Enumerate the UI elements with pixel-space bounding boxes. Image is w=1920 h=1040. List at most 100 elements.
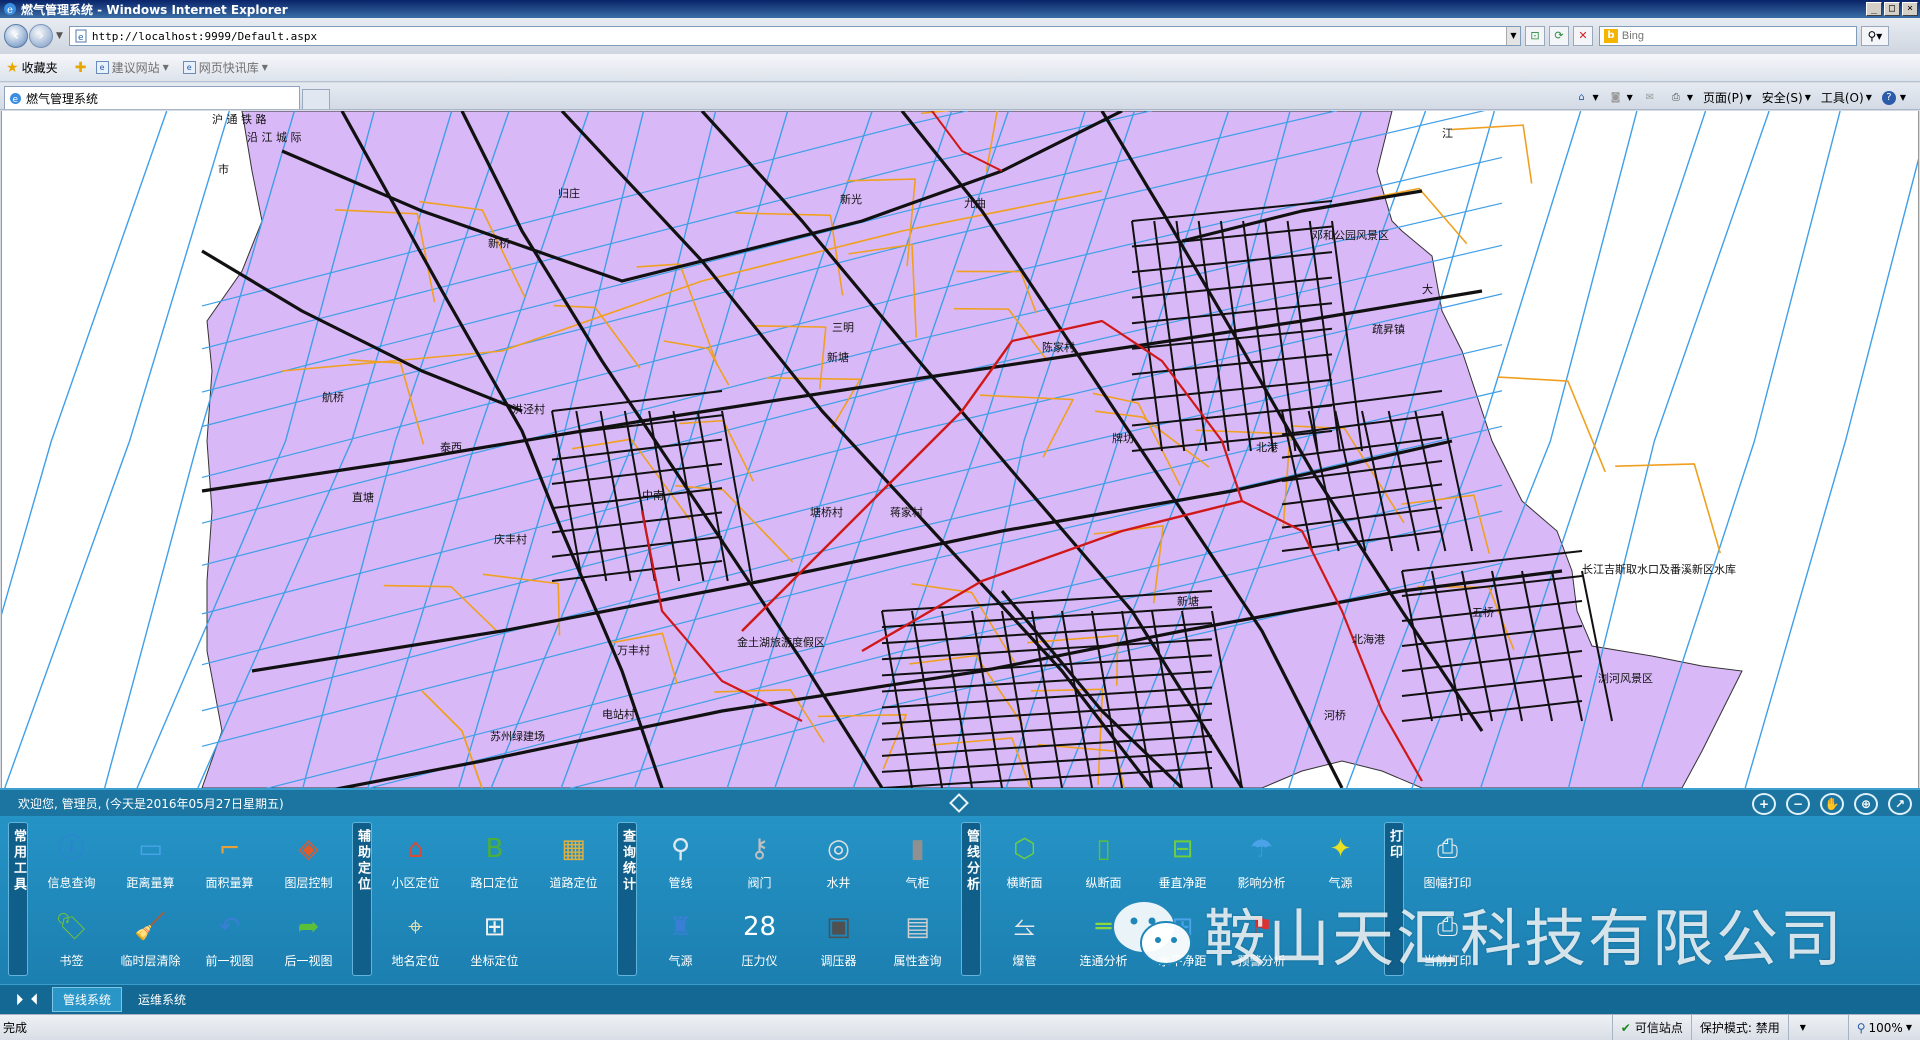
svg-text:e: e: [78, 33, 84, 43]
map-label: 新塘: [827, 350, 849, 364]
tool-button[interactable]: ▮ 气柜: [878, 822, 957, 900]
maximize-button[interactable]: □: [1884, 2, 1900, 16]
tool-button[interactable]: ▤ 属性查询: [878, 900, 957, 978]
pan-hand-icon[interactable]: ✋: [1820, 793, 1844, 815]
home-button[interactable]: ⌂ ▼: [1575, 91, 1598, 105]
collapse-left-icon[interactable]: ⏴: [31, 992, 38, 1008]
suggested-sites-link[interactable]: e 建议网站 ▼: [95, 59, 169, 76]
tab-maintenance-system[interactable]: 运维系统: [128, 988, 196, 1011]
tool-button[interactable]: ⊞ 水平净距: [1143, 900, 1222, 978]
tool-button[interactable]: ⎙ 图幅打印: [1408, 822, 1487, 900]
tool-button[interactable]: ♜ 气源: [641, 900, 720, 978]
tool-button[interactable]: ⎙ 当前打印: [1408, 900, 1487, 978]
history-dropdown-icon[interactable]: ▼: [56, 31, 63, 41]
status-icon[interactable]: ▼: [1787, 1015, 1848, 1040]
tool-button[interactable]: ⊞ 坐标定位: [455, 900, 534, 978]
new-tab-button[interactable]: [302, 89, 330, 109]
map-label: 沪 通 铁 路: [212, 112, 267, 126]
tool-group-label: 辅助定位: [352, 822, 372, 976]
tool-button[interactable]: ✦ 气源: [1301, 822, 1380, 900]
tool-label: 预警分析: [1237, 954, 1286, 968]
search-field[interactable]: b: [1598, 26, 1857, 46]
tab-gas-management[interactable]: e 燃气管理系统: [4, 86, 300, 109]
tool-label: 爆管: [1012, 954, 1037, 968]
tool-button[interactable]: ⚑ 预警分析: [1222, 900, 1301, 978]
collapse-panel-handle[interactable]: [949, 793, 969, 813]
tool-group-label: 常用工具: [8, 822, 28, 976]
tool-button[interactable]: 🧹 临时层清除: [111, 900, 190, 978]
stop-button[interactable]: ✕: [1572, 26, 1593, 46]
feeds-button[interactable]: ◙ ▼: [1609, 91, 1633, 105]
tool-button[interactable]: ☂ 影响分析: [1222, 822, 1301, 900]
zone-indicator[interactable]: ✔ 可信站点: [1611, 1015, 1691, 1040]
url-input[interactable]: [91, 28, 1506, 44]
forward-button[interactable]: ›: [29, 24, 53, 48]
tool-button[interactable]: ⥦ 爆管: [985, 900, 1064, 978]
help-menu[interactable]: ? ▼: [1881, 90, 1906, 105]
tool-label: 影响分析: [1237, 876, 1286, 890]
page-menu[interactable]: 页面(P) ▼: [1703, 89, 1752, 106]
tool-button[interactable]: ⚲ 管线: [641, 822, 720, 900]
tool-label: 气柜: [905, 876, 930, 890]
tool-grid: ⓘ 信息查询 🏷 书签 ▭ 距离量算 🧹 临时层清除 ⌐ 面积量算 ↶ 前一视图 ◈ 图层控制 ➦ 后一视图: [32, 822, 348, 984]
zoom-control[interactable]: ⚲ 100% ▼: [1847, 1015, 1920, 1040]
close-button[interactable]: ×: [1902, 2, 1918, 16]
tool-button[interactable]: ▭ 距离量算: [111, 822, 190, 900]
tab-pipeline-system[interactable]: 管线系统: [52, 987, 123, 1012]
tool-button[interactable]: ⚷ 阀门: [720, 822, 799, 900]
compat-view-button[interactable]: ⊡: [1524, 26, 1545, 46]
tool-button[interactable]: ▯ 纵断面: [1064, 822, 1143, 900]
tool-label: 图幅打印: [1423, 876, 1472, 890]
tool-button[interactable]: ⓘ 信息查询: [32, 822, 111, 900]
web-slice-gallery-link[interactable]: e 网页快讯库 ▼: [182, 59, 268, 76]
tool-button[interactable]: 🏷 书签: [32, 900, 111, 978]
identify-icon[interactable]: ↗: [1888, 793, 1912, 815]
search-input[interactable]: [1621, 28, 1856, 44]
tool-icon: ⌖: [408, 912, 423, 942]
mail-button[interactable]: ✉: [1643, 91, 1659, 105]
tool-label: 垂直净距: [1158, 876, 1207, 890]
search-icon[interactable]: ⚲▾: [1860, 26, 1889, 46]
tool-button[interactable]: ⌂ 小区定位: [376, 822, 455, 900]
safety-menu[interactable]: 安全(S) ▼: [1762, 89, 1811, 106]
url-field[interactable]: e ▼: [68, 26, 1521, 46]
tool-button[interactable]: ➦ 后一视图: [269, 900, 348, 978]
zoom-in-icon[interactable]: +: [1752, 793, 1776, 815]
map-label: 五桥: [1472, 606, 1494, 619]
add-favorite-icon[interactable]: ✚: [72, 60, 90, 76]
tool-icon: ▭: [138, 834, 163, 864]
tool-button[interactable]: ⬡ 横断面: [985, 822, 1064, 900]
tools-menu[interactable]: 工具(O) ▼: [1821, 89, 1872, 106]
url-dropdown-icon[interactable]: ▼: [1505, 27, 1520, 45]
tool-button[interactable]: ⌐ 面积量算: [190, 822, 269, 900]
printer-icon: ⎙: [1671, 91, 1680, 103]
map-canvas[interactable]: 沪 通 铁 路沿 江 城 际市 江归庄 新光 九曲邓和公园风景区疏昇镇 大航桥 陈家村 三明…: [2, 111, 1919, 788]
tool-label: 临时层清除: [120, 954, 181, 968]
star-icon: ★: [6, 59, 19, 76]
print-button[interactable]: ⎙ ▼: [1669, 91, 1693, 105]
map-view[interactable]: 沪 通 铁 路沿 江 城 际市 江归庄 新光 九曲 邓和公园风景区 疏昇镇 大航桥 陈家村 三明…: [1, 111, 1919, 788]
ie-page-icon: e: [10, 92, 21, 105]
tool-button[interactable]: ↶ 前一视图: [190, 900, 269, 978]
tool-grid: ⌂ 小区定位 ⌖ 地名定位 B 路口定位 ⊞ 坐标定位 ▦ 道路定位: [376, 822, 613, 984]
tool-label: 横断面: [1006, 876, 1043, 890]
tool-button[interactable]: B 路口定位: [455, 822, 534, 900]
tool-button[interactable]: ⌖ 地名定位: [376, 900, 455, 978]
tool-button[interactable]: 28 压力仪: [720, 900, 799, 978]
minimize-button[interactable]: _: [1866, 2, 1882, 16]
expand-right-icon[interactable]: ⏵: [16, 992, 23, 1008]
zoom-out-icon[interactable]: −: [1786, 793, 1810, 815]
tool-button[interactable]: ▣ 调压器: [799, 900, 878, 978]
bing-icon: b: [1603, 29, 1618, 43]
map-label: 万丰村: [617, 643, 650, 657]
refresh-button[interactable]: ⟳: [1548, 26, 1569, 46]
tool-button[interactable]: ⊟ 垂直净距: [1143, 822, 1222, 900]
tool-icon: ⓘ: [58, 834, 85, 864]
tool-button[interactable]: ◈ 图层控制: [269, 822, 348, 900]
tool-button[interactable]: ◎ 水井: [799, 822, 878, 900]
back-button[interactable]: ‹: [4, 24, 28, 48]
tool-button[interactable]: ═ 连通分析: [1064, 900, 1143, 978]
full-extent-globe-icon[interactable]: ⊕: [1854, 793, 1878, 815]
favorites-button[interactable]: ★ 收藏夹: [6, 59, 58, 76]
tool-button[interactable]: ▦ 道路定位: [534, 822, 613, 900]
